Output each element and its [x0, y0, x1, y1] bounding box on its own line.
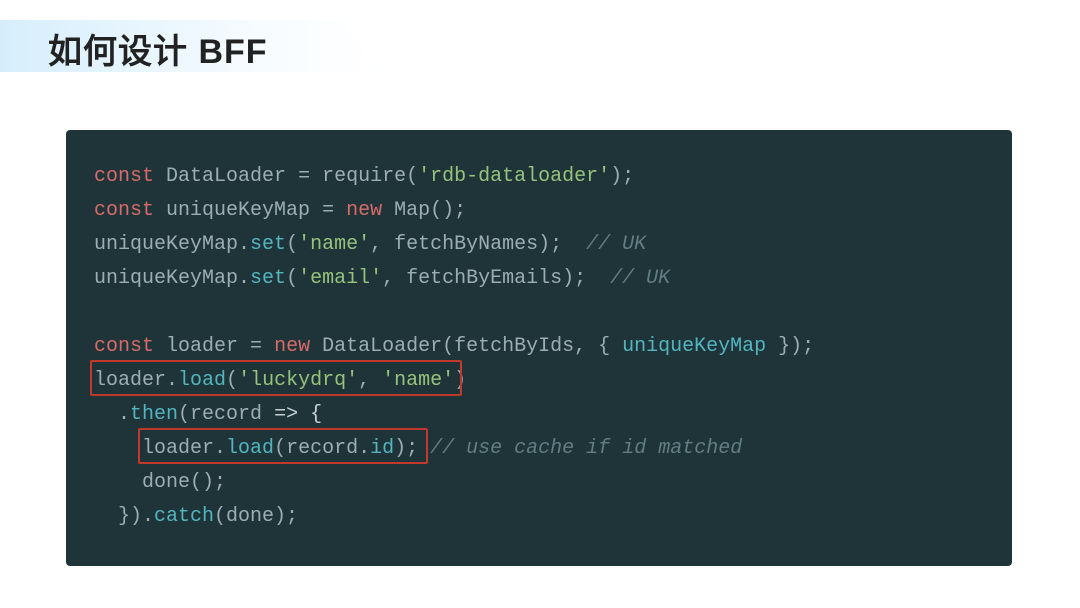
- keyword-const: const: [94, 165, 154, 188]
- slide-title-bar: 如何设计 BFF: [0, 20, 1080, 72]
- slide-title: 如何设计 BFF: [48, 24, 268, 73]
- title-part-cn: 如何设计 BFF: [48, 33, 268, 71]
- code-content: const DataLoader = require('rdb-dataload…: [94, 160, 984, 534]
- code-block: const DataLoader = require('rdb-dataload…: [66, 130, 1012, 566]
